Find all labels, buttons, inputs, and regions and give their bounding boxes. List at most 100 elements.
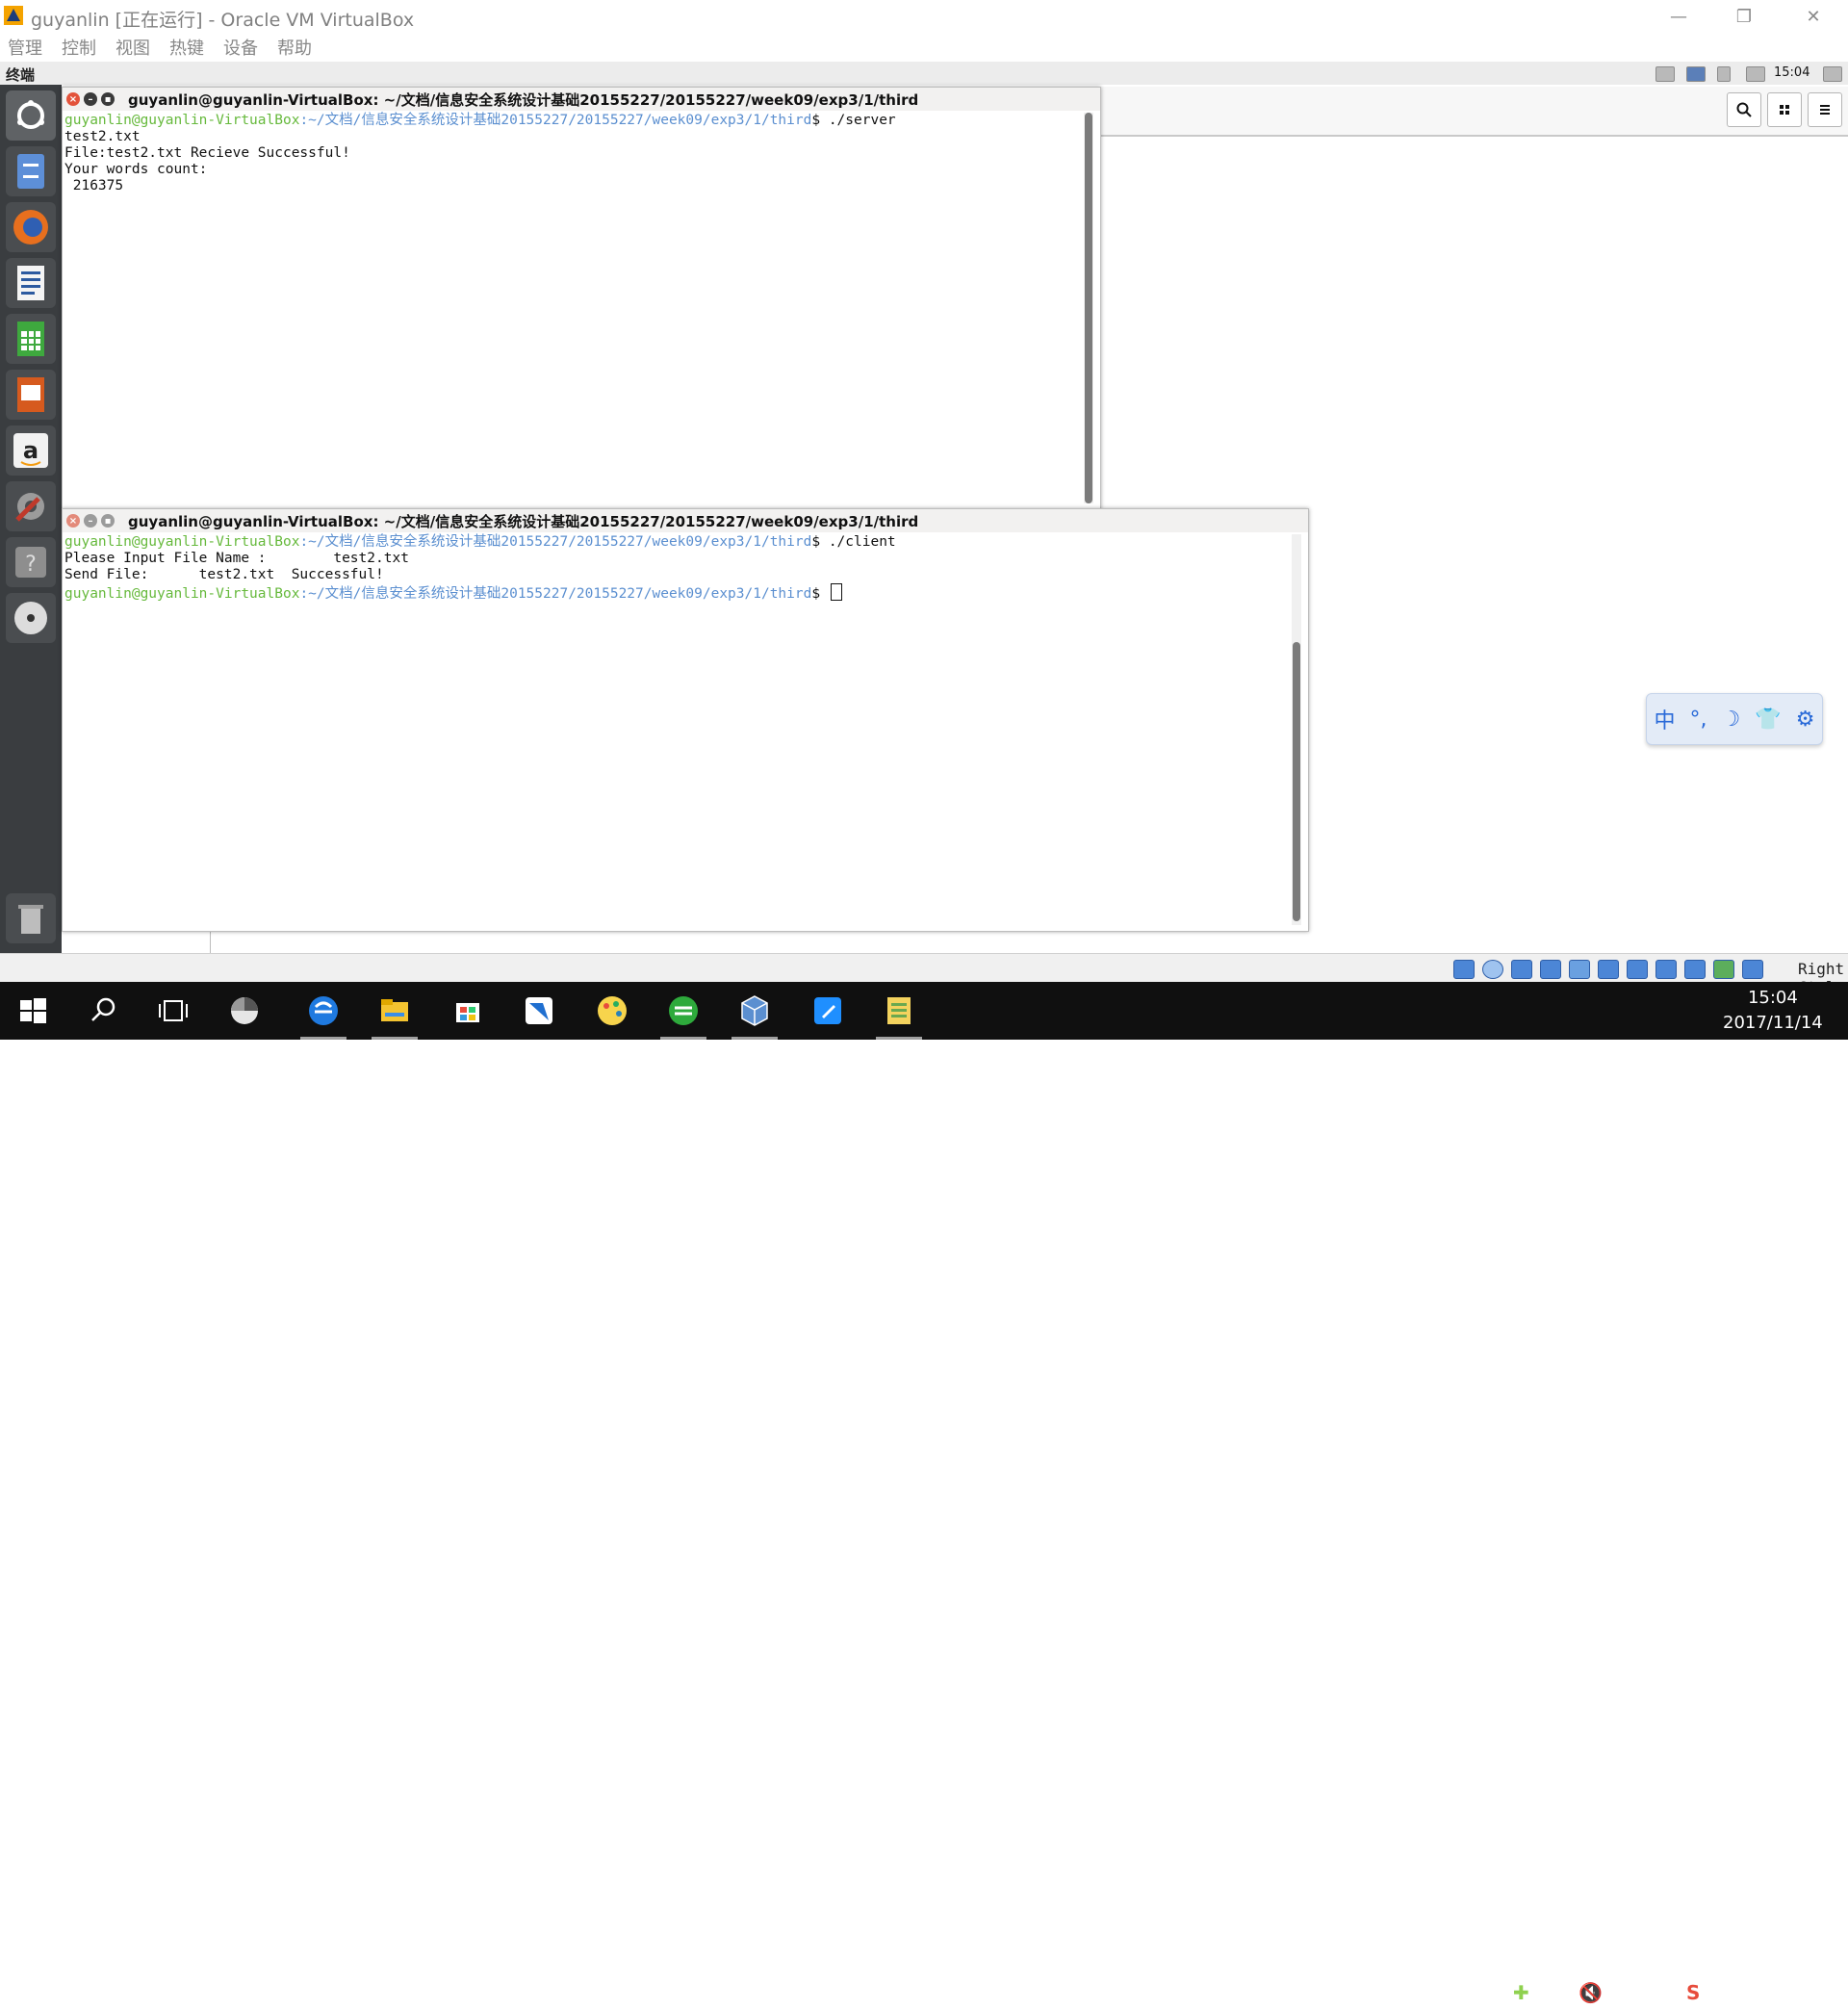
pen-app-icon[interactable] [795,982,860,1040]
help-icon[interactable]: ? [6,537,56,587]
terminal-titlebar[interactable]: × – ▪ guyanlin@guyanlin-VirtualBox: ~/文档… [63,509,1308,532]
calc-icon[interactable] [6,314,56,364]
notes-app-icon[interactable] [866,982,932,1040]
text-cursor [830,583,842,601]
network-icon[interactable] [1686,66,1706,82]
store-icon[interactable] [435,982,500,1040]
terminal-scrollbar[interactable] [1084,113,1093,503]
clock-date: 2017/11/14 [1723,1013,1823,1033]
system-settings-icon[interactable] [6,481,56,531]
start-button[interactable] [0,982,65,1040]
volume-icon[interactable] [1746,66,1765,82]
taskbar-clock[interactable]: 15:04 2017/11/14 [1723,986,1823,1036]
vbox-menubar: 管理 控制 视图 热键 设备 帮助 [0,33,1848,62]
terminal-output[interactable]: guyanlin@guyanlin-VirtualBox:~/文档/信息安全系统… [64,534,896,603]
menu-devices[interactable]: 设备 [223,35,258,60]
browser-360-icon[interactable] [651,982,716,1040]
output-line: 216375 [64,178,124,193]
terminal-minimize-icon[interactable]: – [84,514,97,528]
battery-icon[interactable] [1717,66,1731,82]
ime-halfwidth-icon[interactable]: ☽ [1722,708,1741,732]
ime-toolbar[interactable]: 中 °, ☽ 👕 ⚙ [1646,693,1823,745]
grid-view-button[interactable] [1767,92,1802,127]
ime-chinese-mode[interactable]: 中 [1655,704,1676,734]
files-icon[interactable] [6,146,56,196]
terminal-close-icon[interactable]: × [66,92,80,106]
vbox-statusbar: Right Ctrl [0,953,1848,996]
firefox-icon[interactable] [6,202,56,252]
virtualbox-taskbar-icon[interactable] [722,982,787,1040]
network-adapter-icon[interactable] [1540,960,1561,979]
scroll-thumb[interactable] [1293,642,1300,921]
guest-clock[interactable]: 15:04 [1774,65,1810,80]
security-tray-icon[interactable]: ✚ [1513,1981,1529,2004]
restore-button[interactable]: ❐ [1717,0,1771,33]
task-view-icon[interactable] [141,982,206,1040]
terminal-title: guyanlin@guyanlin-VirtualBox: ~/文档/信息安全系… [128,512,919,530]
ime-toolbox-icon[interactable]: ⚙ [1796,708,1815,732]
menu-control[interactable]: 控制 [62,35,96,60]
file-explorer-icon[interactable] [362,982,427,1040]
cpu-icon[interactable] [1684,960,1706,979]
output-line: Your words count: [64,162,208,177]
audio-icon[interactable] [1511,960,1532,979]
trash-icon[interactable] [6,893,56,943]
minimize-button[interactable]: — [1652,0,1706,33]
menu-hotkeys[interactable]: 热键 [169,35,204,60]
action-center-icon[interactable]: ▤ [1617,1981,1635,2004]
amazon-icon[interactable]: a [6,425,56,476]
terminal-output[interactable]: guyanlin@guyanlin-VirtualBox:~/文档/信息安全系统… [64,113,896,194]
hamburger-menu-button[interactable] [1808,92,1842,127]
show-hidden-icons-chevron-icon[interactable]: ︿ [1411,1981,1430,2009]
window-title: guyanlin [正在运行] - Oracle VM VirtualBox [31,10,415,31]
session-menu-icon[interactable] [1823,66,1842,82]
vt-x-icon[interactable] [1713,960,1734,979]
paint-app-icon[interactable] [579,982,645,1040]
impress-icon[interactable] [6,370,56,420]
bird-app-icon[interactable] [506,982,572,1040]
display-icon[interactable] [1627,960,1648,979]
battery-tray-icon[interactable]: ▭ [1546,1981,1564,2004]
pinwheel-app-icon[interactable] [212,982,277,1040]
svg-text:a: a [23,437,38,464]
terminal-minimize-icon[interactable]: – [84,92,97,106]
menu-view[interactable]: 视图 [116,35,150,60]
output-line: Send File: test2.txt Successful! [64,567,384,582]
virtualbox-app-icon [2,4,25,27]
terminal-window-server[interactable]: × – ▪ guyanlin@guyanlin-VirtualBox: ~/文档… [62,87,1101,510]
menu-manage[interactable]: 管理 [8,35,42,60]
terminal-maximize-icon[interactable]: ▪ [101,514,115,528]
hard-disk-icon[interactable] [1453,960,1475,979]
input-mode-indicator[interactable]: 中 [1652,1981,1671,2009]
writer-icon[interactable] [6,258,56,308]
sogou-ime-icon[interactable]: S [1686,1981,1700,2004]
terminal-titlebar[interactable]: × – ▪ guyanlin@guyanlin-VirtualBox: ~/文档… [63,88,1100,111]
ubuntu-dash-icon[interactable] [6,90,56,141]
shared-folders-icon[interactable] [1598,960,1619,979]
output-line: test2.txt [64,129,141,144]
menu-help[interactable]: 帮助 [277,35,312,60]
paint-tray-icon[interactable]: ● [1444,1981,1460,2004]
ime-skin-icon[interactable]: 👕 [1755,708,1781,732]
dvd-icon[interactable] [6,593,56,643]
mouse-integration-icon[interactable] [1742,960,1763,979]
close-button[interactable]: ✕ [1786,0,1840,33]
volume-muted-icon[interactable]: 🔇 [1578,1981,1603,2004]
optical-drive-icon[interactable] [1482,960,1503,979]
terminal-maximize-icon[interactable]: ▪ [101,92,115,106]
terminal-close-icon[interactable]: × [66,514,80,528]
terminal-window-client[interactable]: × – ▪ guyanlin@guyanlin-VirtualBox: ~/文档… [62,508,1309,932]
keyboard-indicator-icon[interactable] [1656,66,1675,82]
ime-punctuation-icon[interactable]: °, [1690,708,1707,732]
prompt-path: :~/文档/信息安全系统设计基础20155227/20155227/week09… [299,534,812,550]
terminal-scrollbar[interactable] [1292,534,1301,925]
desktop-divider [210,930,211,953]
search-icon[interactable] [71,982,137,1040]
edge-icon[interactable] [291,982,356,1040]
scroll-thumb[interactable] [1085,113,1092,503]
wifi-icon[interactable]: ◠ [1478,1981,1495,2004]
video-capture-icon[interactable] [1656,960,1677,979]
search-button[interactable] [1727,92,1761,127]
usb-icon[interactable] [1569,960,1590,979]
command-text: $ ./client [811,534,896,550]
